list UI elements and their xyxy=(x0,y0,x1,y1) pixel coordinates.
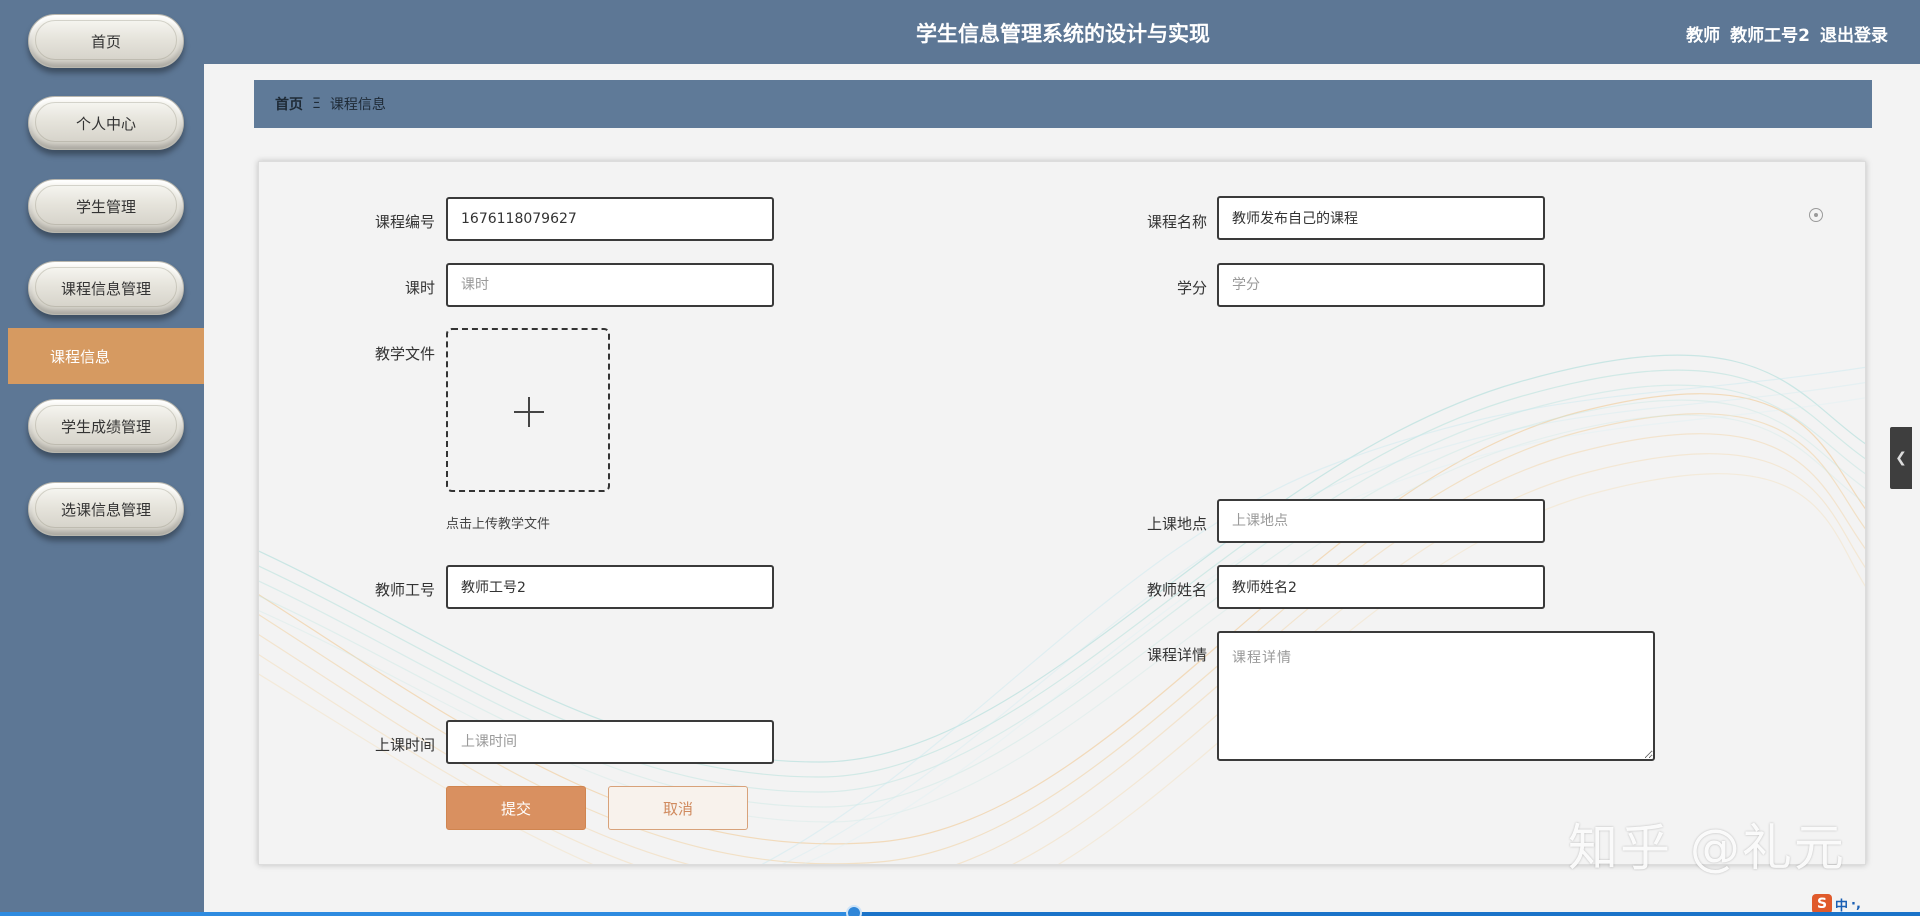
ime-punct: ·, xyxy=(1851,896,1861,912)
app-title: 学生信息管理系统的设计与实现 xyxy=(916,22,1210,46)
user-name: 教师工号2 xyxy=(1730,26,1810,46)
sogou-ime-icon: S xyxy=(1812,894,1832,914)
top-header: 学生信息管理系统的设计与实现 教师 教师工号2 退出登录 xyxy=(204,0,1920,64)
cancel-button[interactable]: 取消 xyxy=(608,786,748,830)
logout-link[interactable]: 退出登录 xyxy=(1820,21,1888,46)
upload-hint: 点击上传教学文件 xyxy=(446,517,551,532)
teacher-name-label: 教师姓名 xyxy=(1146,581,1207,599)
submit-button[interactable]: 提交 xyxy=(446,786,586,830)
credits-input[interactable] xyxy=(1217,263,1545,307)
hours-label: 课时 xyxy=(404,279,435,297)
header-user-area: 教师 教师工号2 退出登录 xyxy=(1686,21,1888,46)
class-time-label: 上课时间 xyxy=(374,736,435,754)
ime-mode: 中 xyxy=(1835,898,1849,914)
details-label: 课程详情 xyxy=(1146,646,1207,664)
sidebar-item-label: 学生管理 xyxy=(75,197,136,216)
progress-knob[interactable] xyxy=(846,905,863,916)
breadcrumb-home[interactable]: 首页 xyxy=(275,94,303,114)
sidebar-item-label: 学生成绩管理 xyxy=(60,417,151,436)
course-form-card: 课程编号 课程名称 课时 学分 教学文件 点击上传教学文件 上课地点 教师工号 … xyxy=(258,161,1866,865)
teacher-id-input[interactable] xyxy=(446,565,774,609)
progress-fill xyxy=(0,912,855,916)
class-time-input[interactable] xyxy=(446,720,774,764)
location-input[interactable] xyxy=(1217,499,1545,543)
breadcrumb-separator-icon: Ξ xyxy=(312,96,321,112)
user-role: 教师 xyxy=(1686,26,1721,46)
sidebar: 首页 个人中心 学生管理 课程信息管理 课程信息 学生成绩管理 选课信息管理 xyxy=(0,0,204,916)
breadcrumb: 首页 Ξ 课程信息 xyxy=(254,80,1872,128)
sidebar-item-home[interactable]: 首页 xyxy=(28,14,184,68)
collapse-panel-tab[interactable]: ❮ xyxy=(1890,427,1912,489)
watermark: 知乎 @礼元 xyxy=(1568,819,1846,877)
sidebar-item-label: 课程信息管理 xyxy=(60,279,151,298)
teacher-name-input[interactable] xyxy=(1217,565,1545,609)
teacher-id-label: 教师工号 xyxy=(374,581,435,599)
sidebar-item-label: 首页 xyxy=(90,32,121,51)
sidebar-item-student-management[interactable]: 学生管理 xyxy=(28,179,184,233)
teaching-file-label: 教学文件 xyxy=(374,345,435,363)
course-name-input[interactable] xyxy=(1217,196,1545,240)
breadcrumb-current: 课程信息 xyxy=(329,97,386,113)
sidebar-item-enrollment-management[interactable]: 选课信息管理 xyxy=(28,482,184,536)
sidebar-subitem-label: 课程信息 xyxy=(50,347,111,366)
close-icon[interactable] xyxy=(1809,208,1823,222)
hours-input[interactable] xyxy=(446,263,774,307)
sidebar-item-course-management[interactable]: 课程信息管理 xyxy=(28,261,184,315)
details-textarea[interactable] xyxy=(1217,631,1655,761)
teaching-file-upload[interactable] xyxy=(446,328,610,492)
credits-label: 学分 xyxy=(1176,279,1207,297)
course-no-input[interactable] xyxy=(446,197,774,241)
sidebar-subitem-course-info[interactable]: 课程信息 xyxy=(8,328,204,384)
course-no-label: 课程编号 xyxy=(374,213,435,231)
sidebar-item-personal-center[interactable]: 个人中心 xyxy=(28,96,184,150)
ime-indicator: S 中 ·, xyxy=(1812,894,1861,914)
location-label: 上课地点 xyxy=(1146,515,1207,533)
plus-icon xyxy=(528,397,530,427)
chevron-left-icon: ❮ xyxy=(1895,450,1907,466)
sidebar-item-label: 个人中心 xyxy=(75,114,136,133)
sidebar-item-label: 选课信息管理 xyxy=(60,500,151,519)
course-name-label: 课程名称 xyxy=(1146,213,1207,231)
sidebar-item-grade-management[interactable]: 学生成绩管理 xyxy=(28,399,184,453)
